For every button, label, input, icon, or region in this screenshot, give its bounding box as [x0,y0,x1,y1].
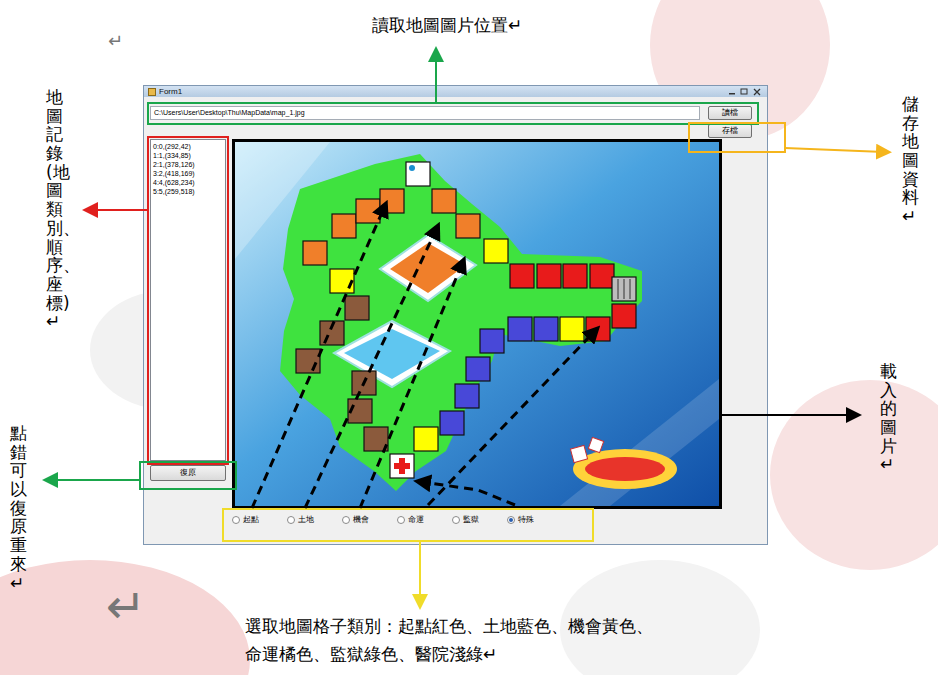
caption-line: 命運橘色、監獄綠色、醫院淺綠↵ [245,640,653,668]
tile-type-group: 起點 土地 機會 命運 監獄 特殊 [232,515,752,525]
board-tile [455,384,479,408]
maximize-icon[interactable] [739,88,749,96]
radio-circle-icon[interactable] [342,516,350,524]
board-tile [296,349,320,373]
types-arrow [419,542,421,602]
records-arrow [90,209,148,211]
return-mark: ↵ [106,582,146,630]
tile-type-radio[interactable]: 土地 [287,515,342,525]
radio-circle-icon[interactable] [507,516,515,524]
image-arrow [722,414,854,416]
board-tile [510,264,534,288]
map-record-list[interactable]: 0:0,(292,42)1:1,(334,85)2:1,(378,126)3:2… [150,139,226,461]
tile-types-caption: 選取地圖格子類別：起點紅色、土地藍色、機會黃色、命運橘色、監獄綠色、醫院淺綠↵ [245,612,653,668]
undo-highlight-box [140,462,236,489]
radio-label[interactable]: 命運 [408,515,424,525]
map-record-item[interactable]: 1:1,(334,85) [153,151,223,160]
map-picture [235,142,719,506]
close-icon[interactable] [751,88,763,96]
annotation-layer [0,0,938,675]
save-caption: 儲存地圖資料↵ [902,95,919,226]
board-tile [537,264,561,288]
load-path-caption: 讀取地圖圖片位置↵ [372,14,522,37]
type-pointer-arrows [252,208,594,508]
chance-card-icon [390,243,466,293]
save-button[interactable]: 存檔 [708,124,752,138]
board-tile [560,317,584,341]
board-tile [480,329,504,353]
board-tile [330,269,354,293]
board-tile [364,427,388,451]
board-tile [563,264,587,288]
island-shape [280,154,642,491]
map-record-item[interactable]: 5:5,(259,518) [153,187,223,196]
caption-line: 選取地圖格子類別：起點紅色、土地藍色、機會黃色、 [245,612,653,640]
undo-arrow [50,479,140,481]
undo-caption: 點錯可以復原重來↵ [10,424,27,592]
board-tile [534,317,558,341]
map-record-item[interactable]: 0:0,(292,42) [153,142,223,151]
tile-type-radio[interactable]: 起點 [232,515,287,525]
tile-type-radio[interactable]: 機會 [342,515,397,525]
board-tile [390,454,414,478]
map-record-item[interactable]: 3:2,(418,169) [153,169,223,178]
loaded-image-caption: 載入的圖片↵ [880,362,897,474]
radio-label[interactable]: 監獄 [463,515,479,525]
minimize-icon[interactable] [727,88,737,96]
board-tile [414,427,438,451]
form-window: Form1 C:\Users\User\Desktop\Thu\MapData\m… [143,85,768,545]
save-highlight-box [689,123,785,152]
load-button[interactable]: 讀檔 [708,106,752,120]
load-arrow [435,54,437,102]
radio-circle-icon[interactable] [397,516,405,524]
board-tile [303,241,327,265]
map-image[interactable] [232,139,722,509]
map-records-caption: 地圖記錄(地圖類別、順序、座標)↵ [46,88,63,331]
board-tile [456,214,480,238]
radio-label[interactable]: 起點 [243,515,259,525]
board-tile [332,214,356,238]
board-tile [320,321,344,345]
board-tile [612,304,636,328]
radio-dot-icon [509,518,513,522]
path-input[interactable]: C:\Users\User\Desktop\Thu\MapData\map_1.… [150,106,700,120]
board-tile [432,189,456,213]
board-tile [586,317,610,341]
radio-label[interactable]: 特殊 [518,515,534,525]
board-tile [345,296,369,320]
types-highlight-box [223,509,593,541]
tile-type-radio[interactable]: 監獄 [452,515,507,525]
radio-label[interactable]: 土地 [298,515,314,525]
map-record-item[interactable]: 4:4,(628,234) [153,178,223,187]
radio-circle-icon[interactable] [287,516,295,524]
map-record-item[interactable]: 2:1,(378,126) [153,160,223,169]
board-tile [356,199,380,223]
background-blob [770,380,938,570]
load-highlight-box [148,103,758,124]
app-icon [148,88,156,96]
board-tile [348,399,372,423]
board-tile [484,239,508,263]
undo-button[interactable]: 復原 [150,465,226,481]
save-arrow [785,148,884,152]
radio-label[interactable]: 機會 [353,515,369,525]
title-bar: Form1 [144,86,767,97]
board-tile [380,189,404,213]
board-tile [590,264,614,288]
annotated-screenshot: ↵ ↵ 讀取地圖圖片位置↵ 地圖記錄(地圖類別、順序、座標)↵ 點錯可以復原重來↵ 儲存地… [0,0,938,675]
board-tile [612,277,636,301]
board-tile [406,162,430,186]
radio-circle-icon[interactable] [452,516,460,524]
board-tile [352,371,376,395]
board-tile [466,357,490,381]
return-mark: ↵ [108,32,123,50]
records-highlight-box [148,137,228,464]
window-title: Form1 [159,87,182,96]
board-tile [440,411,464,435]
board-tile [508,317,532,341]
tile-type-radio[interactable]: 特殊 [507,515,562,525]
tile-type-radio[interactable]: 命運 [397,515,452,525]
game-logo-icon [570,437,677,489]
radio-circle-icon[interactable] [232,516,240,524]
